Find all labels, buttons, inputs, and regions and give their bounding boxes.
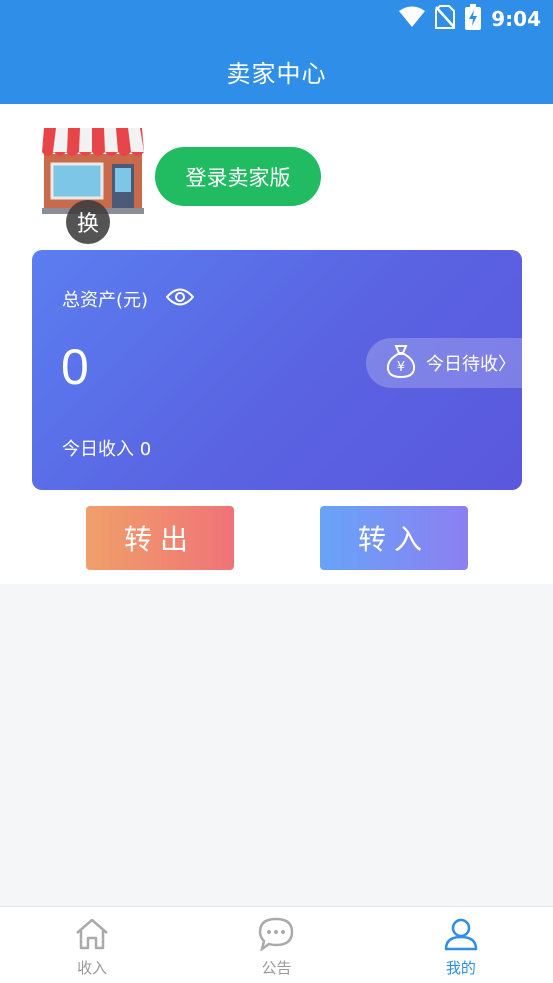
- swap-badge[interactable]: 换: [66, 200, 110, 244]
- chat-bubble-icon: [258, 917, 294, 955]
- page-title: 卖家中心: [226, 59, 327, 88]
- clock: 9:04: [491, 7, 541, 31]
- tab-income[interactable]: 收入: [0, 907, 184, 983]
- user-icon: [443, 917, 479, 955]
- total-assets-value: 0: [61, 339, 89, 395]
- no-sim-icon: [435, 5, 456, 33]
- app-bar: 卖家中心: [0, 38, 553, 104]
- bottom-tab-bar: 收入 公告 我的: [0, 906, 553, 983]
- status-bar: 9:04: [0, 0, 553, 38]
- battery-charging-icon: [465, 4, 482, 34]
- login-seller-button[interactable]: 登录卖家版: [155, 147, 321, 206]
- eye-icon[interactable]: [165, 288, 195, 310]
- svg-text:¥: ¥: [397, 360, 405, 375]
- money-bag-icon: ¥: [386, 344, 416, 382]
- tab-label-announcement: 公告: [261, 959, 292, 977]
- tab-label-income: 收入: [77, 959, 108, 977]
- status-icons: 9:04: [399, 4, 541, 34]
- asset-label-row: 总资产(元): [62, 286, 195, 312]
- total-assets-label: 总资产(元): [62, 290, 149, 311]
- shop-avatar[interactable]: 换: [40, 126, 146, 244]
- transfer-in-button[interactable]: 转入: [320, 506, 468, 570]
- tab-mine[interactable]: 我的: [369, 907, 553, 983]
- wifi-icon: [399, 6, 426, 32]
- home-icon: [74, 917, 110, 955]
- tab-announcement[interactable]: 公告: [184, 907, 368, 983]
- tab-label-mine: 我的: [445, 959, 476, 977]
- transfer-out-button[interactable]: 转出: [86, 506, 234, 570]
- asset-card: 总资产(元) 0 ¥ 今日待收〉 今日收入 0: [32, 250, 522, 490]
- today-pending-label: 今日待收〉: [426, 354, 516, 375]
- today-income: 今日收入 0: [62, 439, 152, 460]
- today-pending-button[interactable]: ¥ 今日待收〉: [366, 338, 522, 388]
- seller-content: 换 登录卖家版 总资产(元) 0 ¥ 今日待收〉 今日收入 0 转出 转入: [0, 104, 553, 584]
